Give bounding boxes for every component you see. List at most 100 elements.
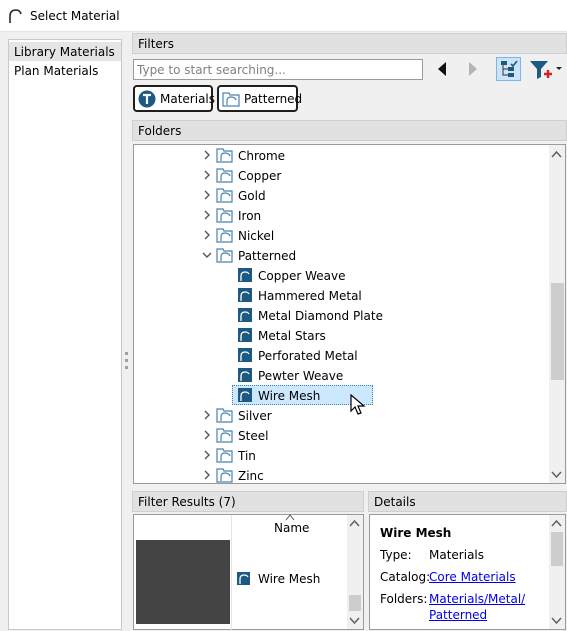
filters-header: Filters [132,33,567,54]
folder-icon [222,92,240,107]
material-icon [238,288,252,302]
tree-material-row[interactable]: Copper Weave [236,266,536,286]
tree-item-label: Perforated Metal [258,349,358,363]
chevron-right-icon[interactable] [201,409,213,421]
library-materials-item[interactable]: Library Materials [9,42,121,61]
chevron-right-icon[interactable] [201,149,213,161]
chevron-right-icon[interactable] [201,469,213,481]
tree-item-label: Zinc [238,469,264,483]
details-scrollbar[interactable] [549,515,565,629]
mouse-cursor-icon [350,394,366,415]
type-value: Materials [429,548,485,562]
tree-item-label: Gold [238,189,266,203]
scroll-up-arrow-icon[interactable] [549,516,564,531]
tree-item-label: Chrome [238,149,286,163]
name-column-header[interactable]: Name [274,521,309,535]
details-scroll-thumb[interactable] [551,532,563,566]
tree-item-label: Copper Weave [258,269,346,283]
chevron-right-icon[interactable] [201,449,213,461]
tree-view-toggle-button[interactable] [496,57,521,81]
folder-tree: Chrome Copper Gold Iron Nickel Patterned Coppe… [133,144,566,484]
scroll-down-arrow-icon[interactable] [347,613,362,628]
patterned-filter-chip[interactable]: Patterned [217,85,302,112]
material-icon [238,388,252,402]
folder-icon [216,248,233,263]
scroll-up-arrow-icon[interactable] [347,516,362,531]
folder-tree-scroll-thumb[interactable] [551,283,564,380]
tree-folder-row[interactable]: Steel [201,426,501,446]
tree-material-row[interactable]: Hammered Metal [236,286,536,306]
sort-ascending-icon[interactable] [285,514,295,521]
title-bar: Select Material [0,0,567,32]
material-icon [238,328,252,342]
plan-materials-item[interactable]: Plan Materials [9,61,121,80]
tree-material-row[interactable]: Metal Diamond Plate [236,306,536,326]
folders-header: Folders [132,120,567,141]
search-input[interactable]: Type to start searching... [133,59,423,80]
window-title: Select Material [30,9,120,23]
tree-folder-row[interactable]: Chrome [201,146,501,166]
folder-icon [216,428,233,443]
tree-material-row[interactable]: Pewter Weave [236,366,536,386]
scroll-down-arrow-icon[interactable] [549,467,564,482]
tree-item-label: Hammered Metal [258,289,362,303]
catalog-label: Catalog: [380,570,431,584]
chevron-right-icon[interactable] [201,209,213,221]
chevron-right-icon[interactable] [201,229,213,241]
type-label: Type: [380,548,412,562]
tree-folder-row[interactable]: Patterned [201,246,501,266]
results-scroll-thumb[interactable] [349,595,361,611]
tree-folder-row[interactable]: Tin [201,446,501,466]
scroll-down-arrow-icon[interactable] [549,613,564,628]
folders-path-link-line2[interactable]: Patterned [429,608,487,622]
folder-tree-scrollbar[interactable] [549,145,565,483]
add-filter-icon[interactable] [528,58,564,82]
tree-item-label: Tin [238,449,256,463]
library-list-panel: Library Materials Plan Materials [8,39,122,630]
chevron-down-icon[interactable] [201,249,213,261]
folder-icon [216,188,233,203]
result-item-label[interactable]: Wire Mesh [258,572,320,586]
catalog-link[interactable]: Core Materials [429,570,516,584]
folder-icon [216,208,233,223]
folder-icon [216,408,233,423]
chevron-right-icon[interactable] [201,429,213,441]
tree-material-row[interactable]: Wire Mesh [232,385,536,406]
tree-item-label: Patterned [238,249,297,263]
material-swatch[interactable] [136,540,230,624]
details-title: Wire Mesh [380,526,452,540]
tree-item-label: Iron [238,209,262,223]
tree-folder-row[interactable]: Iron [201,206,501,226]
patterned-chip-label: Patterned [244,92,303,106]
back-arrow-icon[interactable] [435,60,449,78]
app-logo-icon [9,9,22,23]
scroll-up-arrow-icon[interactable] [549,147,564,162]
folders-label: Folders: [380,592,428,606]
filter-results-list: Name Wire Mesh [133,514,364,631]
forward-arrow-icon[interactable] [466,60,480,78]
tree-folder-row[interactable]: Copper [201,166,501,186]
results-scrollbar[interactable] [347,515,363,629]
chevron-right-icon[interactable] [201,169,213,181]
tree-material-row[interactable]: Perforated Metal [236,346,536,366]
tree-item-label: Steel [238,429,269,443]
materials-filter-chip[interactable]: Materials [133,85,215,112]
folders-path-link-line1[interactable]: Materials/Metal/ [429,592,525,606]
panel-splitter[interactable] [125,348,129,378]
tree-view-icon [501,60,518,77]
tree-item-label: Copper [238,169,282,183]
details-header: Details [368,491,567,512]
chevron-right-icon[interactable] [201,189,213,201]
tree-item-label: Nickel [238,229,275,243]
folder-icon [216,228,233,243]
folder-icon [216,148,233,163]
tree-folder-row[interactable]: Zinc [201,466,501,483]
folder-icon [216,468,233,483]
tree-material-row[interactable]: Metal Stars [236,326,536,346]
folder-icon [216,448,233,463]
tree-folder-row[interactable]: Gold [201,186,501,206]
materials-type-icon [138,90,156,108]
tree-item-label: Wire Mesh [258,389,321,403]
tree-folder-row[interactable]: Nickel [201,226,501,246]
material-icon [238,308,252,322]
